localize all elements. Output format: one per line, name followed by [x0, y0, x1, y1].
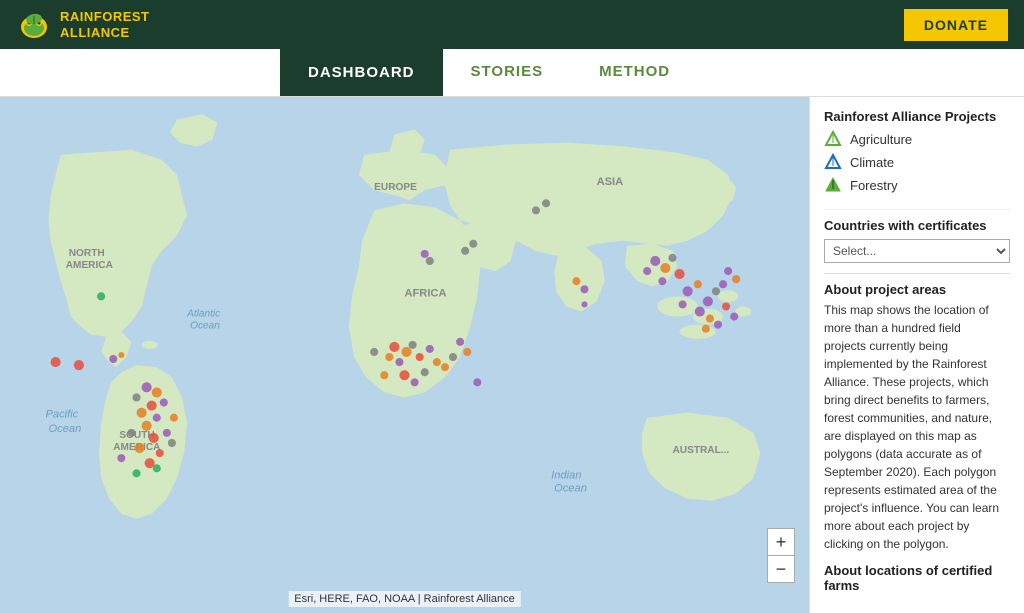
- legend-item-forestry: Forestry: [824, 176, 1010, 194]
- svg-text:NORTH: NORTH: [69, 248, 105, 259]
- navigation: DASHBOARD STORIES METHOD: [0, 49, 1024, 97]
- svg-text:AFRICA: AFRICA: [405, 287, 447, 299]
- countries-section: Countries with certificates Select...: [824, 209, 1010, 263]
- nav-item-method[interactable]: METHOD: [571, 49, 698, 96]
- info-block-project-areas: About project areas This map shows the l…: [824, 282, 1006, 553]
- info-block-title-project-areas: About project areas: [824, 282, 1006, 297]
- sidebar: Rainforest Alliance Projects Agriculture…: [809, 97, 1024, 613]
- svg-text:AMERICA: AMERICA: [66, 260, 114, 271]
- legend-label-climate: Climate: [850, 155, 894, 170]
- countries-title: Countries with certificates: [824, 218, 1010, 233]
- info-block-certified-farms: About locations of certified farms This …: [824, 563, 1006, 592]
- logo-frog-icon: [16, 7, 52, 43]
- svg-text:Ocean: Ocean: [554, 483, 587, 495]
- header: RAINFOREST ALLIANCE DONATE: [0, 0, 1024, 49]
- svg-text:Indian: Indian: [551, 469, 581, 481]
- svg-text:AUSTRAL...: AUSTRAL...: [672, 445, 729, 456]
- donate-button[interactable]: DONATE: [904, 9, 1008, 41]
- main-content: Pacific Ocean Atlantic Ocean Indian Ocea…: [0, 97, 1024, 613]
- svg-text:Ocean: Ocean: [190, 321, 220, 332]
- info-section: About project areas This map shows the l…: [824, 273, 1010, 592]
- forestry-icon: [824, 176, 842, 194]
- legend-label-forestry: Forestry: [850, 178, 898, 193]
- logo-area: RAINFOREST ALLIANCE: [16, 7, 150, 43]
- legend-item-agriculture: Agriculture: [824, 130, 1010, 148]
- legend-section: Rainforest Alliance Projects Agriculture…: [824, 109, 1010, 199]
- nav-item-stories[interactable]: STORIES: [443, 49, 572, 96]
- countries-dropdown[interactable]: Select...: [824, 239, 1010, 263]
- info-block-title-certified-farms: About locations of certified farms: [824, 563, 1006, 592]
- logo-text: RAINFOREST ALLIANCE: [60, 9, 150, 40]
- legend-title: Rainforest Alliance Projects: [824, 109, 1010, 124]
- svg-text:Ocean: Ocean: [49, 423, 82, 435]
- svg-text:EUROPE: EUROPE: [374, 182, 417, 193]
- info-block-text-project-areas: This map shows the location of more than…: [824, 301, 1006, 553]
- svg-text:Pacific: Pacific: [46, 409, 79, 421]
- legend-label-agriculture: Agriculture: [850, 132, 912, 147]
- legend-item-climate: Climate: [824, 153, 1010, 171]
- svg-text:ASIA: ASIA: [597, 176, 624, 188]
- zoom-out-button[interactable]: −: [768, 556, 794, 582]
- climate-icon: [824, 153, 842, 171]
- map-attribution: Esri, HERE, FAO, NOAA | Rainforest Allia…: [288, 591, 521, 607]
- info-scroll[interactable]: About project areas This map shows the l…: [824, 282, 1010, 592]
- zoom-controls: + −: [767, 528, 795, 583]
- nav-item-dashboard[interactable]: DASHBOARD: [280, 49, 443, 96]
- map-container[interactable]: Pacific Ocean Atlantic Ocean Indian Ocea…: [0, 97, 809, 613]
- world-map: Pacific Ocean Atlantic Ocean Indian Ocea…: [0, 97, 809, 613]
- svg-text:Atlantic: Atlantic: [186, 309, 220, 320]
- agriculture-icon: [824, 130, 842, 148]
- zoom-in-button[interactable]: +: [768, 529, 794, 555]
